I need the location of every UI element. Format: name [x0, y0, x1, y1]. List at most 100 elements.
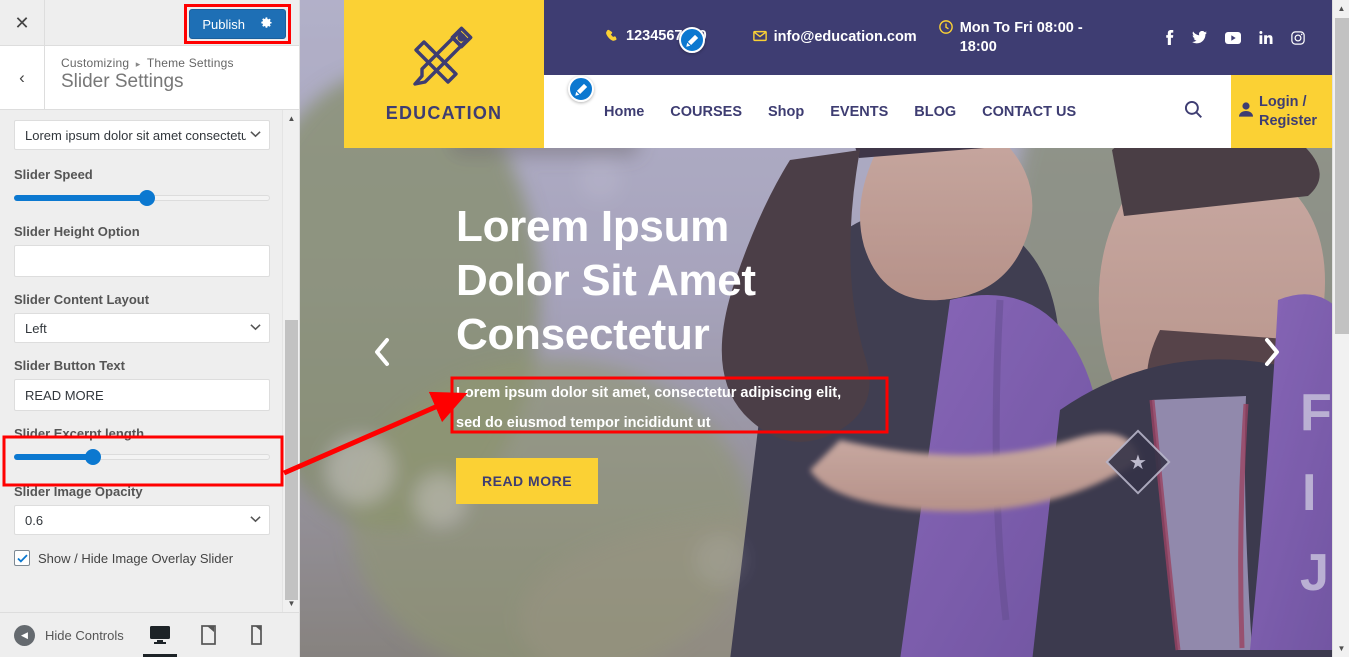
instagram-icon[interactable]: [1291, 30, 1305, 45]
slider-speed-fill: [14, 195, 148, 201]
control-button-text: Slider Button Text: [14, 358, 285, 411]
site-preview: F I J ★ Lorem Ipsum Dolor Sit Amet Conse…: [300, 0, 1366, 657]
chevron-down-icon: [250, 129, 261, 141]
customizer-footer: ◀ Hide Controls: [0, 612, 299, 657]
mobile-icon[interactable]: [245, 623, 267, 647]
twitter-icon[interactable]: [1192, 31, 1207, 44]
hero-title-line-2: Dolor Sit Amet: [456, 256, 756, 305]
customizer-controls: Lorem ipsum dolor sit amet consectetur S…: [0, 110, 299, 612]
chevron-left-icon: ‹: [19, 67, 25, 87]
excerpt-length-fill: [14, 454, 94, 460]
login-register-label: Login / Register: [1259, 93, 1318, 129]
preview-scrollbar[interactable]: ▲ ▼: [1332, 0, 1349, 657]
image-opacity-label: Slider Image Opacity: [14, 484, 143, 499]
sidebar-scrollbar-thumb[interactable]: [285, 320, 298, 600]
gear-icon[interactable]: [259, 16, 273, 33]
hero-title-line-3: Consectetur: [456, 310, 710, 359]
content-layout-value: Left: [25, 320, 47, 336]
mail-icon: [752, 30, 767, 46]
breadcrumb-parent[interactable]: Theme Settings: [147, 56, 234, 70]
control-content-layout: Slider Content Layout Left: [14, 292, 285, 343]
control-image-overlay[interactable]: Show / Hide Image Overlay Slider: [14, 550, 285, 566]
topbar-email[interactable]: info@education.com: [752, 29, 917, 46]
hero-content: Lorem Ipsum Dolor Sit Amet Consectetur L…: [456, 200, 996, 504]
back-button[interactable]: ‹: [0, 46, 45, 109]
close-customizer-button[interactable]: ✕: [0, 0, 45, 45]
sidebar-scrollbar[interactable]: ▲ ▼: [282, 110, 299, 612]
slide-select[interactable]: Lorem ipsum dolor sit amet consectetur: [14, 120, 270, 150]
facebook-icon[interactable]: [1165, 30, 1174, 45]
scroll-up-icon[interactable]: ▲: [1333, 0, 1349, 17]
customizer-sidebar: ✕ Publish ‹ Customizing ▸ Theme Settings…: [0, 0, 300, 657]
publish-highlight-box: Publish: [184, 4, 291, 44]
slider-speed-range[interactable]: [14, 188, 270, 208]
hero-read-more-button[interactable]: READ MORE: [456, 458, 599, 504]
hero-prev-button[interactable]: [372, 337, 392, 374]
topbar-hours-text: Mon To Fri 08:00 - 18:00: [959, 19, 1083, 55]
control-image-opacity: Slider Image Opacity 0.6: [14, 484, 285, 535]
excerpt-length-range[interactable]: [14, 447, 270, 467]
nav-item-courses[interactable]: COURSES: [670, 104, 742, 120]
tablet-icon[interactable]: [197, 623, 219, 647]
site-logo[interactable]: EDUCATION: [344, 0, 544, 148]
topbar-social-links: [1165, 30, 1349, 45]
linkedin-icon[interactable]: [1259, 31, 1273, 44]
pencil-ruler-icon: [408, 24, 480, 97]
customizer-panel-header: ‹ Customizing ▸ Theme Settings Slider Se…: [0, 46, 299, 110]
topbar-hours: Mon To Fri 08:00 - 18:00: [938, 19, 1099, 57]
hero-description: Lorem ipsum dolor sit amet, consectetur …: [456, 385, 842, 431]
hide-controls-label[interactable]: Hide Controls: [45, 628, 124, 643]
image-overlay-label: Show / Hide Image Overlay Slider: [38, 550, 234, 566]
nav-item-contact-us[interactable]: CONTACT US: [982, 104, 1076, 120]
education-site: F I J ★ Lorem Ipsum Dolor Sit Amet Conse…: [300, 0, 1349, 657]
hero-title: Lorem Ipsum Dolor Sit Amet Consectetur: [456, 200, 996, 362]
image-overlay-checkbox[interactable]: [14, 550, 30, 566]
slider-button-text-input[interactable]: [14, 379, 270, 411]
scroll-up-icon[interactable]: ▲: [283, 110, 299, 127]
customizer-screen: ✕ Publish ‹ Customizing ▸ Theme Settings…: [0, 0, 1366, 657]
chevron-down-icon: [250, 514, 261, 526]
nav-item-events[interactable]: EVENTS: [830, 104, 888, 120]
slider-height-input[interactable]: [14, 245, 270, 277]
slider-speed-label: Slider Speed: [14, 167, 93, 182]
slider-speed-knob[interactable]: [139, 190, 156, 206]
nav-item-home[interactable]: Home: [604, 104, 644, 120]
edit-pencil-icon-nav[interactable]: [568, 76, 594, 102]
page-title: Slider Settings: [61, 71, 184, 92]
breadcrumb-separator-icon: ▸: [135, 59, 141, 69]
image-opacity-select[interactable]: 0.6: [14, 505, 270, 535]
customizer-header: ✕ Publish: [0, 0, 299, 46]
preview-scrollbar-thumb[interactable]: [1335, 18, 1349, 334]
desktop-icon[interactable]: [143, 623, 177, 657]
hero-title-line-1: Lorem Ipsum: [456, 202, 729, 251]
excerpt-length-label: Slider Excerpt length: [14, 426, 145, 441]
excerpt-length-knob[interactable]: [85, 449, 102, 465]
site-navbar: Home COURSES Shop EVENTS BLOG CONTACT US…: [544, 75, 1349, 148]
breadcrumb-root[interactable]: Customizing: [61, 56, 129, 70]
topbar-email-text: info@education.com: [773, 29, 917, 45]
youtube-icon[interactable]: [1225, 31, 1241, 44]
button-text-label: Slider Button Text: [14, 358, 125, 373]
control-slider-speed: Slider Speed: [14, 167, 285, 208]
nav-links: Home COURSES Shop EVENTS BLOG CONTACT US: [544, 104, 1076, 120]
publish-button[interactable]: Publish: [189, 9, 286, 39]
chevron-down-icon: [250, 322, 261, 334]
control-slide-select: Lorem ipsum dolor sit amet consectetur: [14, 120, 285, 150]
phone-icon: [606, 29, 619, 47]
nav-item-shop[interactable]: Shop: [768, 104, 804, 120]
scroll-down-icon[interactable]: ▼: [1333, 640, 1349, 657]
nav-item-blog[interactable]: BLOG: [914, 104, 956, 120]
edit-pencil-icon-logo[interactable]: [679, 27, 705, 53]
slide-select-value: Lorem ipsum dolor sit amet consectetur: [25, 127, 246, 143]
publish-button-label: Publish: [202, 16, 245, 32]
user-icon: [1239, 101, 1253, 122]
slider-height-label: Slider Height Option: [14, 224, 140, 239]
site-topbar: 1234567890 info@education.com Mon To Fri…: [544, 0, 1349, 75]
content-layout-select[interactable]: Left: [14, 313, 270, 343]
hero-next-button[interactable]: [1262, 337, 1282, 374]
search-icon[interactable]: [1184, 100, 1203, 124]
image-opacity-value: 0.6: [25, 512, 44, 528]
collapse-sidebar-button[interactable]: ◀: [14, 624, 35, 646]
scroll-down-icon[interactable]: ▼: [283, 595, 299, 612]
clock-icon: [938, 19, 953, 40]
